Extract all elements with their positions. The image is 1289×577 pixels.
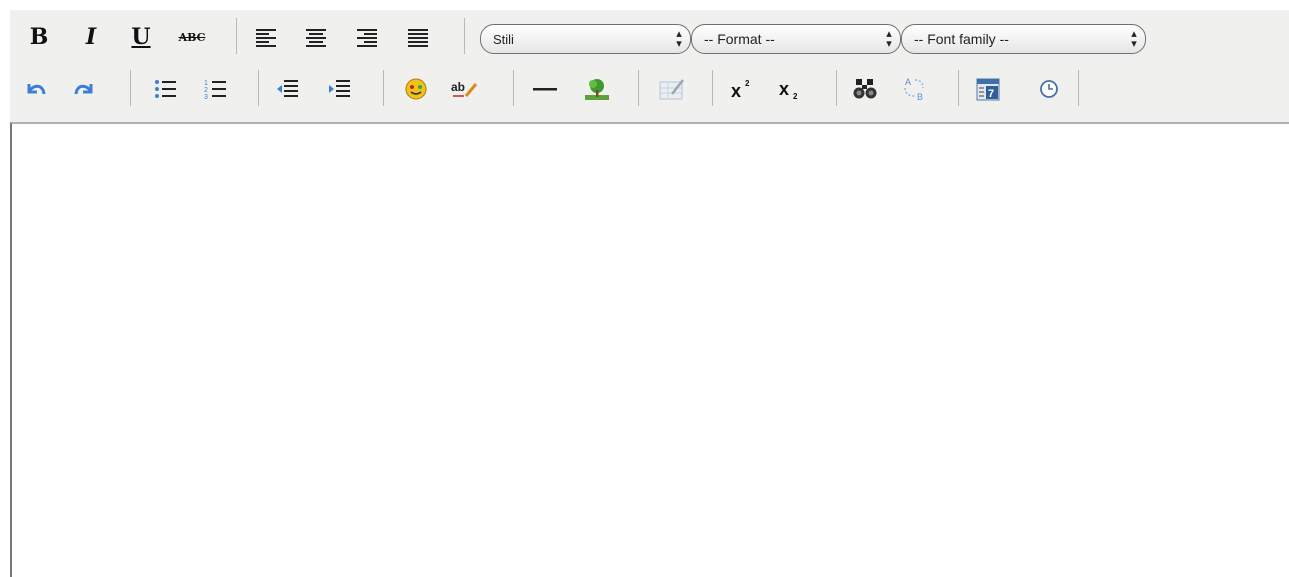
strikethrough-button[interactable]: ABC — [175, 20, 209, 54]
toolbar-separator — [258, 70, 259, 106]
toolbar-row-1: B I U ABC Stili ▴ ▾ -- Format -- ▴ ▾ -- … — [10, 10, 1289, 62]
insert-date-button[interactable]: 7 — [971, 72, 1005, 106]
svg-text:3: 3 — [204, 94, 208, 100]
superscript-icon: x 2 — [731, 79, 750, 100]
emotions-icon — [405, 78, 427, 100]
undo-icon — [27, 84, 46, 95]
align-justify-button[interactable] — [401, 20, 435, 54]
toolbar-separator — [383, 70, 384, 106]
insert-time-button[interactable] — [1032, 72, 1066, 106]
cleanup-icon — [659, 79, 684, 100]
toolbar-separator — [130, 70, 131, 106]
redo-button[interactable] — [68, 72, 102, 106]
select-arrows-icon: ▴ ▾ — [1131, 28, 1137, 50]
align-left-button[interactable] — [249, 20, 283, 54]
bold-button[interactable]: B — [22, 20, 56, 54]
rich-text-editor: B I U ABC Stili ▴ ▾ -- Format -- ▴ ▾ -- … — [10, 10, 1289, 577]
redo-icon — [74, 84, 93, 95]
underline-button[interactable]: U — [124, 20, 158, 54]
align-right-icon — [357, 29, 377, 47]
outdent-icon — [277, 80, 298, 97]
format-select-value: -- Format -- — [704, 31, 775, 47]
toolbar-row-2: 1 2 3 ab x 2 x 2 A B 7 — [10, 62, 1289, 114]
svg-text:2: 2 — [204, 87, 208, 94]
align-center-button[interactable] — [299, 20, 333, 54]
subscript-button[interactable]: x 2 — [774, 72, 808, 106]
toolbar-separator — [712, 70, 713, 106]
toolbar-separator — [836, 70, 837, 106]
align-justify-icon — [408, 29, 428, 47]
outdent-button[interactable] — [270, 72, 304, 106]
select-arrows-icon: ▴ ▾ — [676, 28, 682, 50]
subscript-icon: x 2 — [779, 79, 798, 100]
underline-icon: U — [131, 24, 151, 50]
superscript-button[interactable]: x 2 — [726, 72, 760, 106]
svg-text:1: 1 — [204, 80, 208, 87]
italic-icon: I — [85, 24, 97, 50]
svg-text:7: 7 — [988, 88, 994, 100]
bullet-list-button[interactable] — [148, 72, 182, 106]
format-select[interactable]: -- Format -- ▴ ▾ — [691, 24, 901, 54]
indent-button[interactable] — [322, 72, 356, 106]
search-button[interactable] — [848, 72, 882, 106]
insert-image-button[interactable] — [580, 72, 614, 106]
numbered-list-button[interactable]: 1 2 3 — [198, 72, 232, 106]
font-family-select[interactable]: -- Font family -- ▴ ▾ — [901, 24, 1146, 54]
font-family-select-value: -- Font family -- — [914, 31, 1009, 47]
horizontal-rule-button[interactable] — [528, 72, 562, 106]
image-icon — [585, 79, 609, 100]
emotions-button[interactable] — [399, 72, 433, 106]
svg-text:B: B — [917, 92, 923, 102]
toolbar-separator — [464, 18, 465, 54]
svg-text:x: x — [779, 79, 789, 99]
horizontal-rule-icon — [533, 88, 557, 91]
editor-content-area[interactable] — [10, 122, 1289, 577]
svg-text:x: x — [731, 81, 741, 100]
insert-time-icon — [1040, 80, 1058, 98]
toolbar-separator — [236, 18, 237, 54]
svg-text:2: 2 — [745, 79, 750, 88]
spellcheck-icon: ab — [451, 80, 478, 97]
search-icon — [853, 79, 877, 99]
replace-button[interactable]: A B — [897, 72, 931, 106]
toolbar-separator — [1078, 70, 1079, 106]
toolbar-separator — [638, 70, 639, 106]
numbered-list-icon: 1 2 3 — [204, 80, 226, 100]
bold-icon: B — [29, 24, 49, 50]
align-center-icon — [306, 29, 326, 47]
select-arrows-icon: ▴ ▾ — [886, 28, 892, 50]
styles-select-value: Stili — [493, 31, 514, 47]
svg-text:A: A — [905, 77, 911, 87]
align-right-button[interactable] — [350, 20, 384, 54]
svg-text:ab: ab — [451, 80, 465, 94]
indent-icon — [329, 80, 350, 97]
spellcheck-button[interactable]: ab — [448, 72, 482, 106]
align-left-icon — [256, 29, 276, 47]
insert-date-icon: 7 — [976, 78, 1000, 101]
undo-button[interactable] — [18, 72, 52, 106]
italic-button[interactable]: I — [74, 20, 108, 54]
styles-select[interactable]: Stili ▴ ▾ — [480, 24, 691, 54]
bullet-list-icon — [155, 80, 176, 98]
toolbar-separator — [513, 70, 514, 106]
strikethrough-icon: ABC — [178, 30, 206, 44]
cleanup-button[interactable] — [655, 72, 689, 106]
toolbar-separator — [958, 70, 959, 106]
svg-text:2: 2 — [793, 92, 798, 100]
replace-icon: A B — [904, 77, 924, 102]
